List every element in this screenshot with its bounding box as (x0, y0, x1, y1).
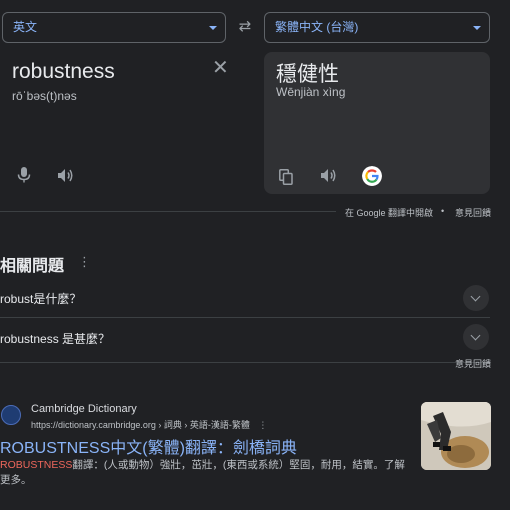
copy-icon[interactable] (279, 169, 293, 185)
chevron-down-icon (470, 291, 481, 302)
target-language-label: 繁體中文 (台灣) (275, 20, 359, 34)
result-snippet: ROBUSTNESS翻譯：(人或動物）強壯，茁壯，(東西或系統）堅固，耐用，結實… (0, 458, 405, 488)
feedback-link[interactable]: 意見回饋 (455, 357, 491, 370)
chevron-down-icon (470, 330, 481, 341)
microphone-icon[interactable] (17, 167, 31, 183)
divider (0, 211, 336, 212)
translation-romanization: Wēnjiàn xìng (276, 85, 346, 99)
result-thumbnail[interactable] (421, 402, 491, 470)
cambridge-favicon-icon (1, 405, 21, 425)
source-language-select[interactable]: 英文 (2, 12, 226, 43)
result-url-text: https://dictionary.cambridge.org › 詞典 › … (31, 420, 250, 430)
result-menu-icon[interactable]: ⋮ (258, 420, 267, 430)
swap-languages-icon[interactable]: ⇄ (236, 19, 254, 35)
divider (0, 317, 490, 318)
google-logo-icon[interactable] (362, 166, 382, 186)
expand-question-button[interactable] (463, 324, 489, 350)
clear-icon[interactable]: ✕ (212, 58, 229, 78)
chevron-down-icon (473, 26, 481, 30)
question-item[interactable]: robust是什麼？ (0, 290, 81, 307)
target-language-select[interactable]: 繁體中文 (台灣) (264, 12, 490, 43)
expand-question-button[interactable] (463, 285, 489, 311)
dot-separator: • (441, 206, 445, 216)
result-title-link[interactable]: ROBUSTNESS中文(繁體)翻譯：劍橋詞典 (0, 434, 297, 458)
source-text[interactable]: robustness (12, 60, 115, 84)
source-phonetic: rōˈbəs(t)nəs (12, 89, 77, 103)
open-in-translate-link[interactable]: 在 Google 翻譯中開啟 (345, 206, 433, 219)
divider (0, 362, 490, 363)
question-item[interactable]: robustness 是甚麼？ (0, 330, 110, 347)
more-options-icon[interactable]: ⋮ (78, 255, 91, 268)
result-site-name[interactable]: Cambridge Dictionary (31, 403, 137, 415)
speaker-icon[interactable] (57, 168, 75, 183)
translation-panel: 穩健性 Wēnjiàn xìng (264, 52, 490, 194)
snippet-highlight: ROBUSTNESS (0, 459, 73, 471)
feedback-link[interactable]: 意見回饋 (455, 206, 491, 219)
chevron-down-icon (209, 26, 217, 30)
source-language-label: 英文 (13, 20, 38, 34)
result-url[interactable]: https://dictionary.cambridge.org › 詞典 › … (31, 418, 267, 431)
speaker-icon[interactable] (320, 168, 338, 183)
related-questions-title: 相關問題 (0, 258, 65, 275)
translation-text: 穩健性 (276, 63, 339, 86)
